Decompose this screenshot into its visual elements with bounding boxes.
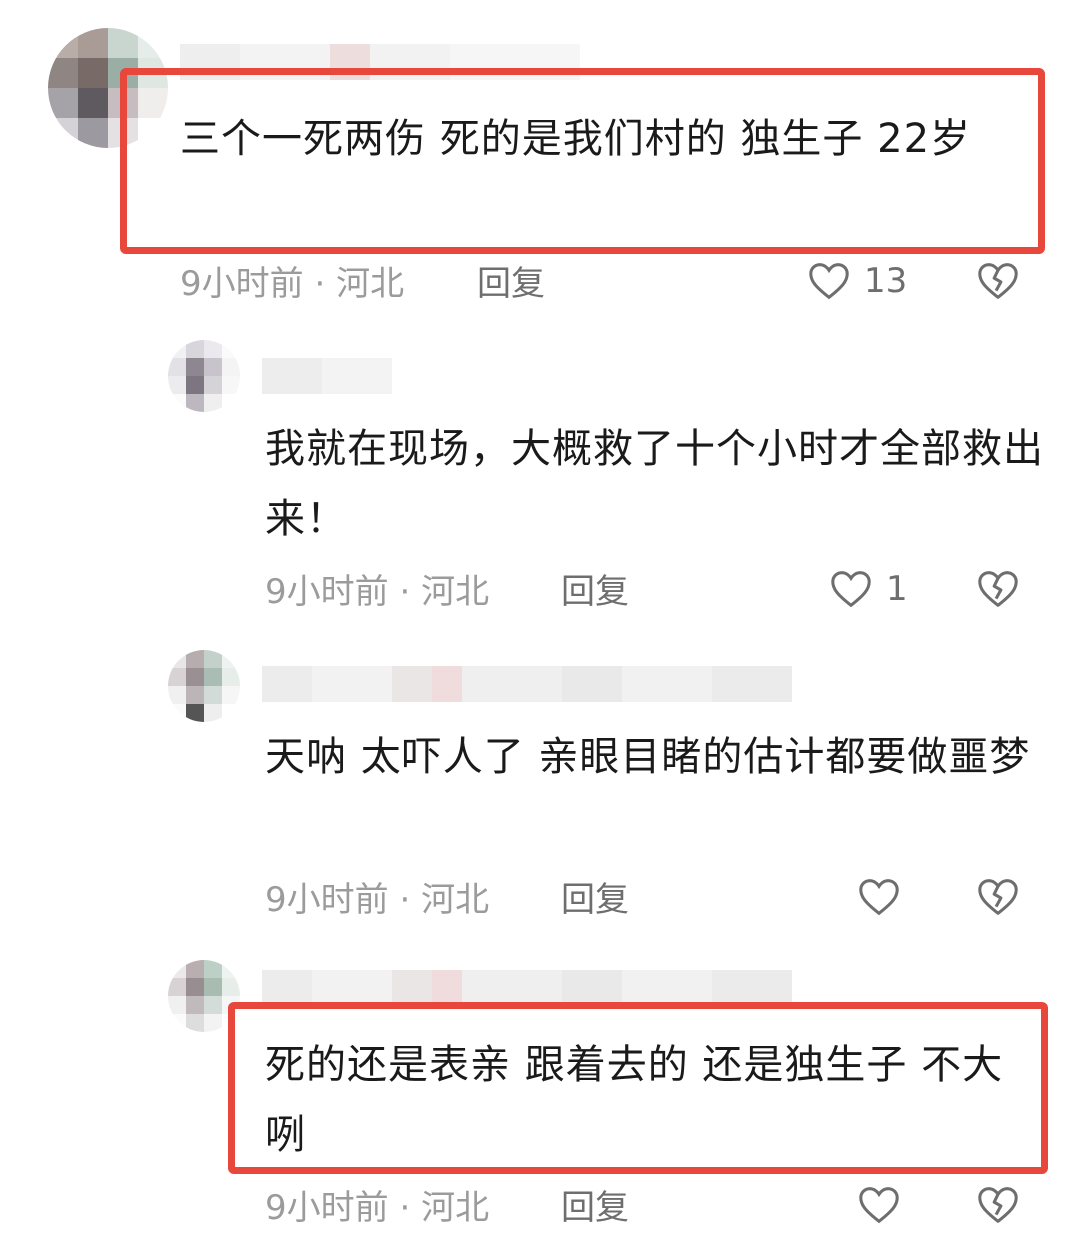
heart-outline-icon (806, 258, 852, 304)
location: 河北 (336, 264, 405, 304)
like-button[interactable]: 1 (828, 566, 908, 612)
reply-button[interactable]: 回复 (561, 572, 629, 612)
reply-button[interactable]: 回复 (561, 880, 629, 920)
like-button[interactable]: 13 (806, 258, 907, 304)
broken-heart-icon[interactable] (975, 1182, 1021, 1228)
broken-heart-icon[interactable] (975, 258, 1021, 304)
meta-separator: · (399, 572, 411, 612)
reply-button[interactable]: 回复 (477, 264, 545, 304)
comment-text: 三个一死两伤 死的是我们村的 独生子 22岁 (180, 116, 972, 162)
timestamp: 9小时前 (265, 880, 389, 920)
comment-meta: 9小时前 · 河北 (180, 264, 404, 304)
timestamp: 9小时前 (180, 264, 304, 304)
comment-text: 天呐 太吓人了 亲眼目睹的估计都要做噩梦 (265, 734, 1031, 780)
avatar[interactable] (168, 340, 240, 412)
comment-meta: 9小时前 · 河北 (265, 1188, 489, 1228)
location: 河北 (421, 1188, 490, 1228)
comment-meta: 9小时前 · 河北 (265, 572, 489, 612)
reply-button[interactable]: 回复 (561, 1188, 629, 1228)
location: 河北 (421, 572, 490, 612)
timestamp: 9小时前 (265, 572, 389, 612)
broken-heart-icon[interactable] (975, 874, 1021, 920)
meta-separator: · (399, 880, 411, 920)
blurred-username (262, 666, 792, 702)
like-count: 13 (864, 261, 908, 301)
avatar[interactable] (168, 650, 240, 722)
heart-outline-icon (856, 874, 902, 920)
blurred-username (262, 970, 792, 1006)
like-button[interactable] (856, 1182, 902, 1228)
heart-outline-icon (856, 1182, 902, 1228)
broken-heart-icon[interactable] (975, 566, 1021, 612)
heart-outline-icon (828, 566, 874, 612)
comment-text: 死的还是表亲 跟着去的 还是独生子 不大咧 (265, 1042, 1004, 1158)
timestamp: 9小时前 (265, 1188, 389, 1228)
comment-meta: 9小时前 · 河北 (265, 880, 489, 920)
location: 河北 (421, 880, 490, 920)
like-count: 1 (886, 569, 908, 609)
meta-separator: · (399, 1188, 411, 1228)
like-button[interactable] (856, 874, 902, 920)
meta-separator: · (314, 264, 326, 304)
comment-text: 我就在现场，大概救了十个小时才全部救出来！ (265, 426, 1044, 542)
blurred-username (262, 358, 392, 394)
